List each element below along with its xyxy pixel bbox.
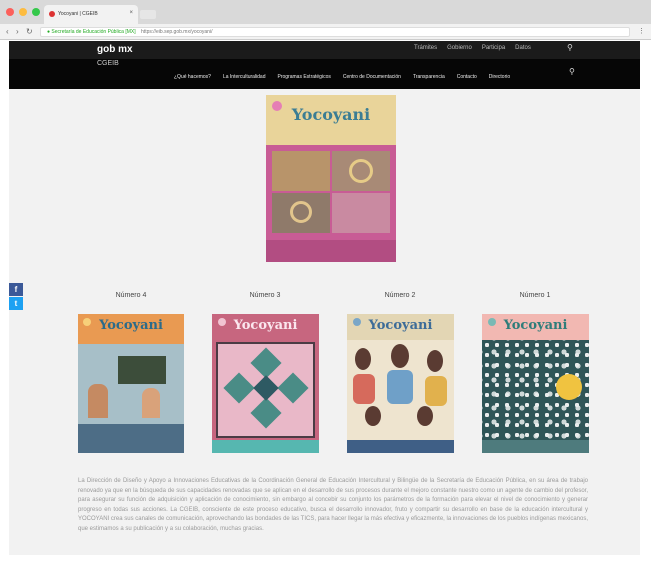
new-tab-button[interactable] <box>140 10 156 19</box>
facebook-button[interactable]: f <box>9 283 23 296</box>
gob-header: gob mx Trámites Gobierno Participa Datos… <box>9 41 640 59</box>
lock-icon: ● <box>47 29 51 35</box>
nav-centro-documentacion[interactable]: Centro de Documentación <box>343 74 401 80</box>
tab-title: Yocoyani | CGEIB <box>58 11 98 17</box>
main-nav: ¿Qué hacemos? La Interculturalidad Progr… <box>174 74 510 80</box>
address-bar: ‹ › ↻ ● Secretaría de Educación Pública … <box>0 24 651 40</box>
issue-cover-title: Yocoyani <box>99 318 163 333</box>
browser-menu-icon[interactable]: ⋮ <box>638 27 645 35</box>
secure-label: Secretaría de Educación Pública [MX] <box>51 29 136 35</box>
main-navbar: CGEIB ¿Qué hacemos? La Interculturalidad… <box>9 59 640 89</box>
cover-footer <box>78 424 184 453</box>
cover-figure <box>142 388 160 418</box>
issue-label-1[interactable]: Número 1 <box>482 292 588 299</box>
issue-cover-title: Yocoyani <box>503 318 568 333</box>
window-controls <box>6 8 40 16</box>
url-text: https://eib.sep.gob.mx/yocoyani/ <box>141 29 213 35</box>
issue-cover-title: Yocoyani <box>368 318 433 333</box>
cover-photo <box>272 151 330 191</box>
cover-chalkboard <box>118 356 166 384</box>
page-bottom <box>9 555 640 562</box>
nav-programas[interactable]: Programas Estratégicos <box>278 74 331 80</box>
cover-embroidery <box>216 342 315 438</box>
featured-cover-title: Yocoyani <box>291 105 371 124</box>
browser-tab[interactable]: Yocoyani | CGEIB × <box>44 5 138 24</box>
cover-photo <box>332 193 390 233</box>
cover-footer <box>482 440 589 453</box>
maximize-window-button[interactable] <box>32 8 40 16</box>
tab-close-icon[interactable]: × <box>129 10 133 16</box>
cover-badge <box>556 374 582 400</box>
top-link-tramites[interactable]: Trámites <box>414 45 437 51</box>
cover-photo <box>272 193 330 233</box>
top-links: Trámites Gobierno Participa Datos <box>414 45 531 51</box>
nav-search-icon[interactable]: ⚲ <box>569 67 575 76</box>
back-icon[interactable]: ‹ <box>6 27 9 36</box>
cover-footer <box>266 240 396 262</box>
minimize-window-button[interactable] <box>19 8 27 16</box>
close-window-button[interactable] <box>6 8 14 16</box>
browser-tab-bar: Yocoyani | CGEIB × <box>0 0 651 24</box>
nav-contacto[interactable]: Contacto <box>457 74 477 80</box>
featured-cover[interactable]: Yocoyani <box>266 95 396 262</box>
cover-illustration <box>347 340 454 440</box>
twitter-button[interactable]: t <box>9 297 23 310</box>
issue-cover-1[interactable]: Yocoyani <box>482 314 589 453</box>
social-bar: f t <box>9 283 23 311</box>
description-text: La Dirección de Diseño y Apoyo a Innovac… <box>78 478 588 532</box>
cgeib-logo[interactable]: CGEIB <box>97 60 119 67</box>
nav-transparencia[interactable]: Transparencia <box>413 74 445 80</box>
cover-figure <box>88 384 108 418</box>
issue-cover-3[interactable]: Yocoyani <box>212 314 319 453</box>
top-link-participa[interactable]: Participa <box>482 45 505 51</box>
favicon-icon <box>49 11 55 17</box>
issue-label-4[interactable]: Número 4 <box>78 292 184 299</box>
nav-interculturalidad[interactable]: La Interculturalidad <box>223 74 266 80</box>
search-icon[interactable]: ⚲ <box>567 43 573 52</box>
cover-footer <box>212 440 319 453</box>
issue-label-3[interactable]: Número 3 <box>212 292 318 299</box>
cover-footer <box>347 440 454 453</box>
reload-icon[interactable]: ↻ <box>26 27 33 36</box>
issue-label-2[interactable]: Número 2 <box>347 292 453 299</box>
issue-cover-4[interactable]: Yocoyani <box>78 314 184 453</box>
cover-photo <box>332 151 390 191</box>
top-link-gobierno[interactable]: Gobierno <box>447 45 472 51</box>
nav-que-hacemos[interactable]: ¿Qué hacemos? <box>174 74 211 80</box>
forward-icon[interactable]: › <box>16 27 19 36</box>
top-link-datos[interactable]: Datos <box>515 45 531 51</box>
url-input[interactable]: ● Secretaría de Educación Pública [MX] h… <box>40 27 630 37</box>
nav-directorio[interactable]: Directorio <box>489 74 510 80</box>
gob-logo[interactable]: gob mx <box>97 44 133 55</box>
issue-cover-title: Yocoyani <box>233 318 298 333</box>
issue-cover-2[interactable]: Yocoyani <box>347 314 454 453</box>
